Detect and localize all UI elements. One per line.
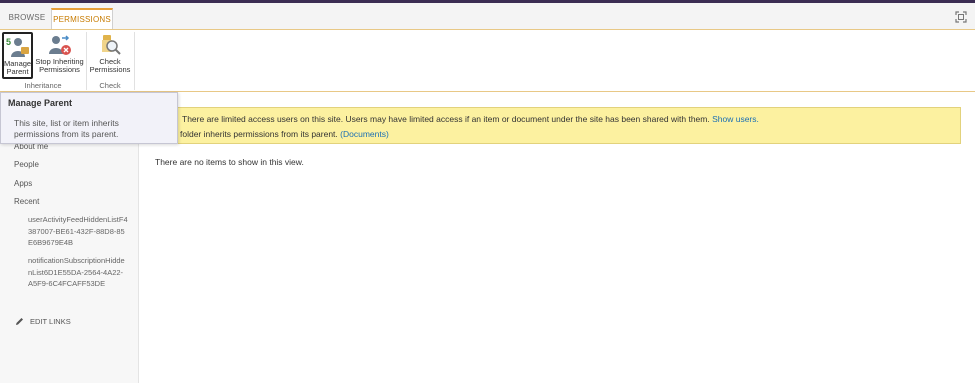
manage-parent-tooltip: Manage Parent This site, list or item in… xyxy=(0,92,178,144)
tab-browse[interactable]: BROWSE xyxy=(6,8,48,30)
limited-access-text: There are limited access users on this s… xyxy=(182,114,710,124)
tooltip-body: This site, list or item inherits permiss… xyxy=(14,118,119,139)
nav-item-recent[interactable]: Recent xyxy=(14,197,39,206)
svg-text:5: 5 xyxy=(6,37,11,47)
edit-links-label: EDIT LINKS xyxy=(30,317,71,326)
group-label-check: Check xyxy=(99,81,121,90)
manage-parent-button[interactable]: 5 Manage Parent xyxy=(2,32,33,79)
ribbon: 5 Manage Parent Stop Inheriting Permissi… xyxy=(0,29,975,92)
ribbon-group-separator xyxy=(86,32,87,90)
ribbon-tab-strip: BROWSE PERMISSIONS xyxy=(0,3,975,30)
parent-documents-link[interactable]: (Documents) xyxy=(340,129,389,139)
empty-view-message: There are no items to show in this view. xyxy=(155,157,304,167)
focus-on-content-icon[interactable] xyxy=(955,11,967,23)
nav-recent-item[interactable]: notificationSubscriptionHiddenList6D1E55… xyxy=(28,255,128,290)
manage-parent-icon: 5 xyxy=(6,37,29,57)
inheritance-message: folder inherits permissions from its par… xyxy=(180,129,389,139)
nav-item-people[interactable]: People xyxy=(14,160,39,169)
manage-parent-label-2: Parent xyxy=(6,67,29,76)
nav-recent-item[interactable]: userActivityFeedHiddenListF4387007-BE61-… xyxy=(28,214,128,249)
stop-inheriting-label-2: Permissions xyxy=(39,65,80,74)
check-permissions-label-2: Permissions xyxy=(89,65,131,74)
inheritance-text: folder inherits permissions from its par… xyxy=(180,129,338,139)
permissions-status-bar: There are limited access users on this s… xyxy=(146,107,961,144)
stop-inheriting-button[interactable]: Stop Inheriting Permissions xyxy=(34,32,85,79)
show-users-link[interactable]: Show users. xyxy=(712,114,759,124)
check-permissions-button[interactable]: Check Permissions xyxy=(89,32,131,79)
tooltip-title: Manage Parent xyxy=(8,98,73,108)
group-label-inheritance: Inheritance xyxy=(24,81,62,90)
limited-access-message: There are limited access users on this s… xyxy=(182,114,759,124)
tab-permissions[interactable]: PERMISSIONS xyxy=(51,8,113,30)
pencil-icon xyxy=(16,318,23,325)
nav-item-apps[interactable]: Apps xyxy=(14,179,32,188)
check-permissions-icon xyxy=(102,35,121,55)
stop-inheriting-icon xyxy=(48,35,71,55)
ribbon-group-separator xyxy=(134,32,135,90)
edit-links-button[interactable]: EDIT LINKS xyxy=(15,317,71,326)
